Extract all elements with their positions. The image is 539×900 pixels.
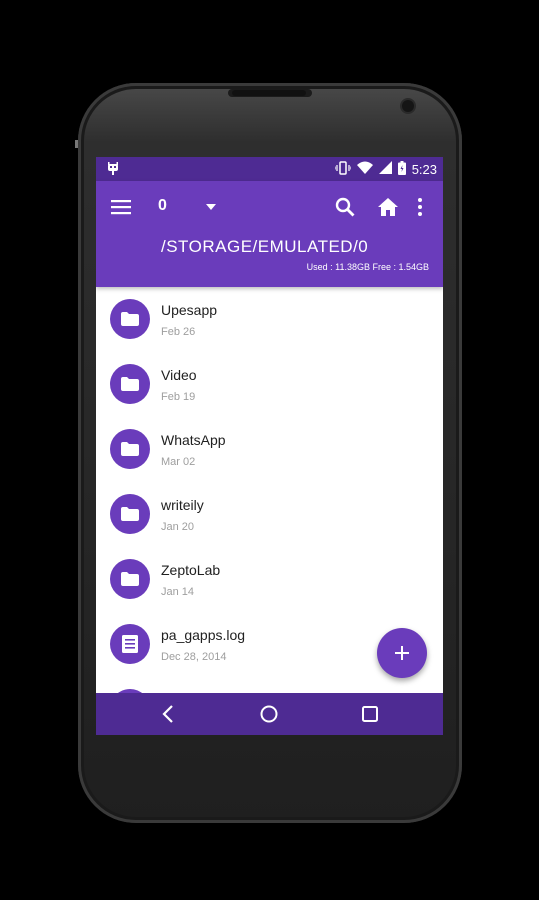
file-date: Mar 02 <box>161 456 196 468</box>
front-camera <box>402 100 414 112</box>
document-icon <box>110 624 150 664</box>
screen: 5:23 0 /STORAGE/EMULATED/0 Used : 11.38G… <box>96 157 443 735</box>
search-icon[interactable] <box>333 195 357 219</box>
list-item[interactable]: Video Feb 19 <box>96 352 443 417</box>
power-button <box>75 140 78 148</box>
folder-icon <box>110 494 150 534</box>
file-name: Upesapp <box>161 302 218 318</box>
signal-icon <box>378 161 392 177</box>
recents-icon[interactable] <box>358 703 382 725</box>
folder-icon <box>110 364 150 404</box>
folder-icon <box>110 429 150 469</box>
back-icon[interactable] <box>156 703 180 725</box>
file-name: ZeptoLab <box>161 562 221 578</box>
file-date: Feb 19 <box>161 391 196 403</box>
file-name: Video <box>161 367 197 383</box>
list-item[interactable]: WhatsApp Mar 02 <box>96 417 443 482</box>
file-date: Jan 14 <box>161 586 195 598</box>
file-list: Upesapp Feb 26 Video Feb 19 WhatsApp Mar… <box>96 287 443 677</box>
current-path: /STORAGE/EMULATED/0 <box>161 237 369 256</box>
tab-counter[interactable]: 0 <box>158 197 167 215</box>
add-button[interactable] <box>377 628 427 678</box>
navigation-bar <box>96 693 443 735</box>
file-name: pa_gapps.log <box>161 627 246 643</box>
folder-icon <box>110 299 150 339</box>
file-date: Jan 20 <box>161 521 195 533</box>
storage-info: Used : 11.38GB Free : 1.54GB <box>306 262 429 272</box>
more-options-icon[interactable] <box>408 195 432 219</box>
menu-icon[interactable] <box>109 195 133 219</box>
list-item[interactable]: Upesapp Feb 26 <box>96 287 443 352</box>
status-bar: 5:23 <box>96 157 443 181</box>
file-name: WhatsApp <box>161 432 226 448</box>
list-item[interactable]: ZeptoLab Jan 14 <box>96 547 443 612</box>
plus-icon <box>395 646 409 660</box>
speaker-grille <box>232 90 306 96</box>
wifi-icon <box>356 161 373 177</box>
file-name: writeily <box>161 497 204 513</box>
home-icon[interactable] <box>376 195 400 219</box>
file-date: Dec 28, 2014 <box>161 651 227 663</box>
android-notification-icon <box>106 162 120 176</box>
clock: 5:23 <box>411 161 437 177</box>
battery-icon <box>397 160 406 178</box>
app-toolbar: 0 /STORAGE/EMULATED/0 Used : 11.38GB Fre… <box>96 181 443 287</box>
dropdown-arrow-icon[interactable] <box>199 195 223 219</box>
home-nav-icon[interactable] <box>257 703 281 725</box>
list-item[interactable]: writeily Jan 20 <box>96 482 443 547</box>
folder-icon <box>110 559 150 599</box>
vibrate-icon <box>334 160 352 178</box>
file-date: Feb 26 <box>161 326 196 338</box>
status-icons: 5:23 <box>334 157 437 181</box>
